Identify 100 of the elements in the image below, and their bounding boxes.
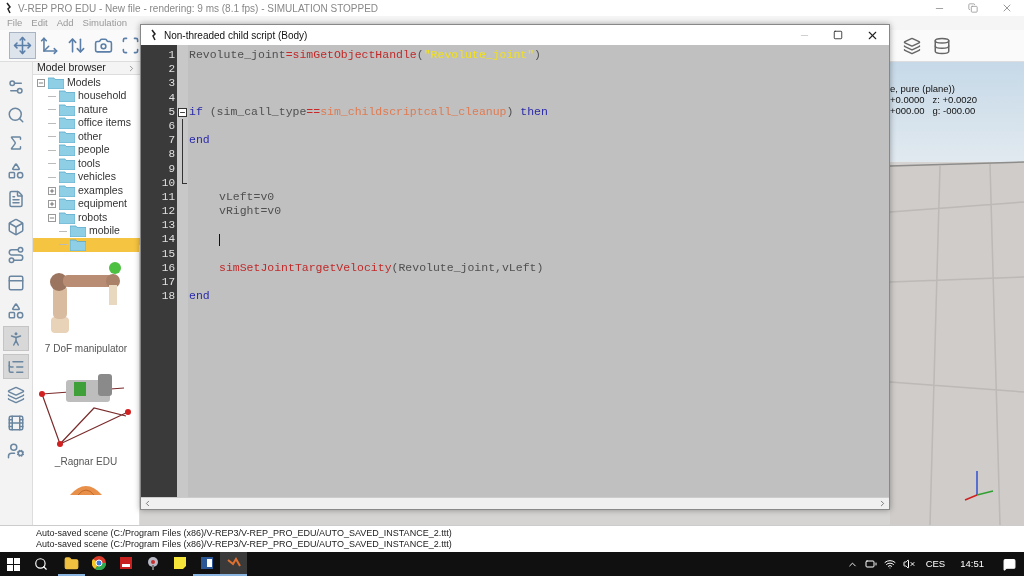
tree-item[interactable]: Models <box>33 76 140 90</box>
code-token: ) <box>534 48 541 63</box>
folder-icon <box>59 198 75 211</box>
code-token: = <box>285 48 293 63</box>
tree-item[interactable]: equipment <box>33 197 140 211</box>
code-token: (Revolute_joint,vLeft) <box>391 260 544 275</box>
tree-item[interactable]: robots <box>33 211 140 225</box>
scene-info-text: +000.00 g: -000.00 <box>890 105 977 116</box>
code-token: end <box>189 289 210 304</box>
document-app-icon <box>199 556 214 570</box>
move-3d-icon <box>40 36 59 55</box>
app-icon <box>118 556 133 570</box>
scene-info-text: +0.0000 z: +0.0020 <box>890 94 978 105</box>
tree-item[interactable]: other <box>33 130 140 144</box>
tree-label: equipment <box>78 196 128 212</box>
line-number: 10 <box>161 175 175 190</box>
code-token: if <box>189 104 203 119</box>
muted-speaker-icon[interactable] <box>902 558 915 570</box>
app-logo-icon <box>5 2 13 14</box>
document-icon <box>7 189 25 208</box>
layers-icon <box>903 36 921 55</box>
dialog-title: Non-threaded child script (Body) <box>164 28 308 43</box>
panel-icon <box>7 273 25 292</box>
code-token: (sim_call_type <box>208 104 307 119</box>
code-token: Revolute_joint <box>189 48 286 63</box>
folder-icon <box>59 103 75 116</box>
collapse-icon[interactable] <box>48 213 56 222</box>
camera-icon <box>94 36 113 55</box>
code-token: "Revolute_joint" <box>423 48 535 63</box>
code-token: simGetObjectHandle <box>292 48 417 63</box>
close-icon <box>1001 2 1013 14</box>
line-number: 16 <box>161 260 175 275</box>
code-token: then <box>520 104 548 119</box>
line-number: 8 <box>168 147 175 162</box>
folder-icon <box>59 90 75 103</box>
folder-icon <box>70 238 86 251</box>
code-token: sim_childscriptcall_cleanup <box>320 104 507 119</box>
expand-icon[interactable] <box>48 186 56 195</box>
search-icon <box>7 105 25 124</box>
windows-logo-icon[interactable] <box>7 557 20 571</box>
folder-icon <box>59 144 75 157</box>
line-number: 1 <box>168 48 175 63</box>
line-number: 12 <box>161 204 175 219</box>
collapse-icon[interactable] <box>37 78 45 87</box>
battery-icon[interactable] <box>864 558 877 570</box>
folder-icon <box>59 211 75 224</box>
tree-item[interactable]: vehicles <box>33 170 140 184</box>
line-number: 6 <box>168 118 175 134</box>
tool-button[interactable] <box>3 354 29 379</box>
code-token: simSetJointTargetVelocity <box>219 260 392 275</box>
film-reel-icon <box>7 413 25 432</box>
tree-label: household <box>78 88 127 104</box>
restore-icon <box>968 3 978 13</box>
tree-label: tools <box>78 155 101 171</box>
line-number: 18 <box>161 289 175 304</box>
browser-icon <box>91 556 106 570</box>
scroll-left-icon <box>143 499 152 508</box>
app-logo-icon <box>150 29 158 41</box>
language-indicator[interactable]: CES <box>925 556 946 572</box>
tree-label: people <box>78 142 110 158</box>
tree-item[interactable]: tools <box>33 157 140 171</box>
tree-item[interactable]: office items <box>33 116 140 130</box>
folder-icon <box>59 184 75 197</box>
panel-title: Model browser <box>37 60 106 76</box>
tree-item[interactable]: people <box>33 143 140 157</box>
sticky-note-icon <box>172 556 187 570</box>
tree-label: robots <box>78 209 108 225</box>
tool-button[interactable] <box>3 326 29 351</box>
move-icon <box>13 36 32 55</box>
fold-marker-icon[interactable] <box>178 107 187 117</box>
console-message: Auto-saved scene (C:/Program Files (x86)/V-REP3/V-REP_PRO_EDU/AUTO_SAVED_INSTANCE_2.ttt) <box>36 528 453 539</box>
wifi-icon[interactable] <box>883 558 896 570</box>
line-number: 17 <box>161 275 175 290</box>
clock[interactable]: 14:51 <box>960 556 984 572</box>
expand-icon[interactable] <box>48 200 56 209</box>
code-token: vRight=v0 <box>219 204 282 219</box>
line-number: 14 <box>161 232 175 247</box>
tree-item[interactable]: nature <box>33 103 140 117</box>
line-number: 11 <box>161 189 175 205</box>
folder-icon <box>59 171 75 184</box>
folder-icon <box>59 157 75 170</box>
notification-icon[interactable] <box>1003 557 1016 571</box>
code-token: == <box>306 104 321 119</box>
tree-item[interactable]: mobile <box>33 224 140 238</box>
scene-info-text: e, pure (plane)) <box>890 83 956 94</box>
line-number: 7 <box>168 133 175 148</box>
tree-item[interactable]: household <box>33 89 140 103</box>
model-label[interactable]: _Ragnar EDU <box>54 454 118 469</box>
window-title: V-REP PRO EDU - New file - rendering: 9 ms (8.1 fps) - SIMULATION STOPPED <box>18 1 379 16</box>
search-icon[interactable] <box>34 557 48 571</box>
folder-icon <box>64 555 79 571</box>
line-number: 2 <box>168 62 175 77</box>
tree-item[interactable]: examples <box>33 184 140 198</box>
layers-icon <box>7 385 25 404</box>
app-icon <box>145 556 160 570</box>
tree-label: examples <box>78 182 123 198</box>
code-token: ) <box>506 104 515 119</box>
code-token: vLeft=v0 <box>219 189 275 205</box>
horizontal-scrollbar[interactable] <box>141 497 889 509</box>
model-label[interactable]: 7 DoF manipulator <box>44 341 128 356</box>
